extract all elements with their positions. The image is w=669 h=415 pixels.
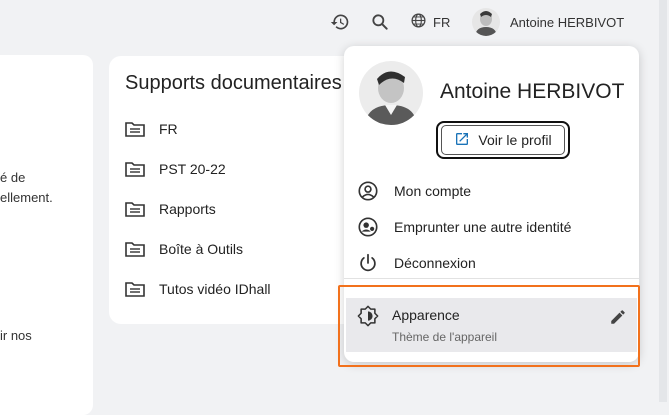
avatar [359,61,423,125]
avatar [472,8,500,36]
text-fragment: ir nos [0,328,32,343]
list-item[interactable]: Boîte à Outils [125,237,243,261]
top-bar: FR Antoine HERBIVOT [0,0,669,44]
account-circle-icon [356,179,380,203]
text-fragment: é de [0,170,26,185]
user-dropdown-menu: Antoine HERBIVOT Voir le profil Mon comp… [344,46,639,362]
list-item[interactable]: PST 20-22 [125,157,226,181]
language-selector[interactable]: FR [410,12,450,32]
power-icon [356,251,380,275]
theme-icon [356,304,380,328]
documents-card: Supports documentaires FR PST 20-22 Rapp… [109,56,359,324]
text-fragment: ellement. [0,190,53,205]
document-icon [125,282,145,297]
menu-divider [344,278,639,279]
document-icon [125,242,145,257]
list-item-label: Tutos vidéo IDhall [159,281,271,297]
user-menu-trigger[interactable]: Antoine HERBIVOT [472,6,624,38]
list-item-label: PST 20-22 [159,161,226,177]
list-item-label: Rapports [159,201,216,217]
search-icon[interactable] [368,10,392,34]
language-label: FR [433,14,451,30]
history-icon[interactable] [328,10,352,34]
document-icon [125,202,145,217]
external-link-icon [454,131,470,150]
content-card-partial: é de ellement. ir nos [0,55,93,415]
menu-item-label: Emprunter une autre identité [394,219,572,235]
list-item-label: FR [159,121,178,137]
menu-item-logout[interactable]: Déconnexion [356,249,476,277]
menu-item-account[interactable]: Mon compte [356,177,471,205]
pencil-icon[interactable] [606,305,630,329]
list-item[interactable]: FR [125,117,178,141]
impersonate-icon [356,215,380,239]
globe-icon [410,12,427,32]
menu-item-label: Mon compte [394,183,472,199]
appearance-sublabel: Thème de l'appareil [392,330,498,344]
view-profile-label: Voir le profil [478,132,552,148]
document-icon [125,122,145,137]
appearance-label: Apparence [392,307,460,323]
list-item[interactable]: Tutos vidéo IDhall [125,277,271,301]
list-item-label: Boîte à Outils [159,241,244,257]
view-profile-button[interactable]: Voir le profil [436,121,570,159]
list-item[interactable]: Rapports [125,197,216,221]
document-icon [125,162,145,177]
menu-item-appearance[interactable]: Apparence Thème de l'appareil [346,298,637,352]
menu-item-label: Déconnexion [394,255,476,271]
menu-item-impersonate[interactable]: Emprunter une autre identité [356,213,571,241]
page-scrollbar[interactable] [659,0,667,402]
user-name: Antoine HERBIVOT [510,14,625,30]
menu-user-name: Antoine HERBIVOT [440,80,625,103]
documents-title: Supports documentaires [125,72,342,94]
